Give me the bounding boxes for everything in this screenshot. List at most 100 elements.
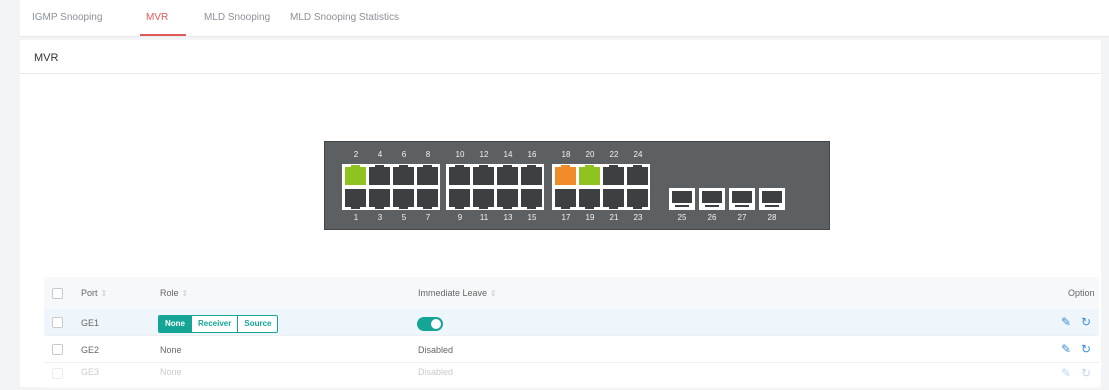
sfp-slot (762, 191, 782, 203)
table-row[interactable]: GE3 None Disabled ✎ ↻ (44, 363, 1099, 390)
role-value: None (160, 345, 182, 355)
row-checkbox[interactable] (52, 344, 63, 355)
port-notch (351, 165, 360, 169)
port-notch (561, 165, 570, 169)
mvr-card: MVR 2 1 4 3 6 5 8 7 10 9 12 11 14 13 16 15 18 17 20 19 22 21 2… (20, 40, 1101, 390)
table-header: Port ⇕ Role ⇕ Immediate Leave ⇕ Option (44, 277, 1099, 309)
port-notch (479, 205, 488, 209)
port-label: 11 (479, 213, 489, 222)
row-checkbox[interactable] (52, 368, 63, 379)
port-label: 5 (401, 213, 407, 222)
card-title: MVR (34, 52, 59, 64)
port-notch (375, 205, 384, 209)
refresh-icon[interactable]: ↻ (1081, 315, 1091, 329)
sfp-bar (735, 205, 749, 207)
port-label: 14 (503, 150, 513, 159)
port-notch (455, 205, 464, 209)
port-label: 26 (707, 213, 717, 222)
sfp-bar (675, 205, 689, 207)
table-row[interactable]: GE2 None Disabled ✎ ↻ (44, 336, 1099, 363)
immediate-leave-value: Disabled (418, 345, 454, 355)
port-label: 16 (527, 150, 537, 159)
port-label: 9 (457, 213, 463, 222)
port-label: 3 (377, 213, 383, 222)
port-label: 18 (561, 150, 571, 159)
port-11 (473, 189, 494, 209)
port-label: 28 (767, 213, 777, 222)
port-24 (627, 165, 648, 185)
toggle-knob (431, 319, 441, 329)
port-label: 13 (503, 213, 513, 222)
sort-icon[interactable]: ⇕ (182, 289, 189, 298)
port-label: 20 (585, 150, 595, 159)
port-label: 1 (353, 213, 359, 222)
port-notch (585, 165, 594, 169)
tab-mvr[interactable]: MVR (146, 12, 168, 23)
port-18 (555, 165, 576, 185)
port-label: 12 (479, 150, 489, 159)
port-3 (369, 189, 390, 209)
port-7 (417, 189, 438, 209)
sfp-slot (702, 191, 722, 203)
port-label: 17 (561, 213, 571, 222)
port-label: 10 (455, 150, 465, 159)
port-notch (609, 165, 618, 169)
port-notch (633, 165, 642, 169)
sort-icon[interactable]: ⇕ (101, 289, 108, 298)
sfp-bar (765, 205, 779, 207)
port-name: GE2 (81, 345, 100, 355)
port-label: 27 (737, 213, 747, 222)
port-notch (561, 205, 570, 209)
port-label: 4 (377, 150, 383, 159)
tab-mld-snooping-statistics[interactable]: MLD Snooping Statistics (290, 12, 399, 23)
port-10 (449, 165, 470, 185)
header-option: Option (1068, 288, 1095, 298)
pencil-icon[interactable]: ✎ (1061, 342, 1071, 356)
port-label: 15 (527, 213, 537, 222)
refresh-icon[interactable]: ↻ (1081, 366, 1091, 380)
port-name: GE3 (81, 367, 100, 377)
sfp-port-25 (669, 188, 695, 210)
role-none-button[interactable]: None (159, 316, 191, 332)
port-notch (527, 165, 536, 169)
port-4 (369, 165, 390, 185)
port-19 (579, 189, 600, 209)
port-notch (527, 205, 536, 209)
role-value: None (160, 367, 182, 377)
row-checkbox[interactable] (52, 317, 63, 328)
header-role[interactable]: Role ⇕ (160, 288, 188, 298)
tab-mld-snooping[interactable]: MLD Snooping (204, 12, 270, 23)
port-notch (423, 165, 432, 169)
tab-igmp-snooping[interactable]: IGMP Snooping (32, 12, 102, 23)
port-notch (399, 205, 408, 209)
port-notch (585, 205, 594, 209)
header-immediate-leave[interactable]: Immediate Leave ⇕ (418, 288, 497, 298)
header-port[interactable]: Port ⇕ (81, 288, 107, 298)
immediate-leave-toggle[interactable] (417, 317, 443, 331)
tab-bar: IGMP Snooping MVR MLD Snooping MLD Snoop… (20, 0, 1109, 37)
role-source-button[interactable]: Source (237, 316, 278, 332)
table-row[interactable]: GE1 None Receiver Source ✎ ↻ (44, 309, 1099, 336)
port-13 (497, 189, 518, 209)
divider (20, 73, 1101, 74)
sort-icon[interactable]: ⇕ (490, 289, 497, 298)
port-8 (417, 165, 438, 185)
port-9 (449, 189, 470, 209)
select-all-checkbox[interactable] (52, 288, 63, 299)
port-label: 8 (425, 150, 431, 159)
port-14 (497, 165, 518, 185)
port-notch (375, 165, 384, 169)
sfp-port-26 (699, 188, 725, 210)
switch-front-panel: 2 1 4 3 6 5 8 7 10 9 12 11 14 13 16 15 18 17 20 19 22 21 24 23 2… (324, 141, 830, 230)
port-12 (473, 165, 494, 185)
pencil-icon[interactable]: ✎ (1061, 315, 1071, 329)
refresh-icon[interactable]: ↻ (1081, 342, 1091, 356)
role-receiver-button[interactable]: Receiver (191, 316, 238, 332)
port-label: 25 (677, 213, 687, 222)
port-16 (521, 165, 542, 185)
active-tab-indicator (140, 34, 186, 36)
sfp-slot (672, 191, 692, 203)
pencil-icon[interactable]: ✎ (1061, 366, 1071, 380)
port-notch (351, 205, 360, 209)
sfp-slot (732, 191, 752, 203)
